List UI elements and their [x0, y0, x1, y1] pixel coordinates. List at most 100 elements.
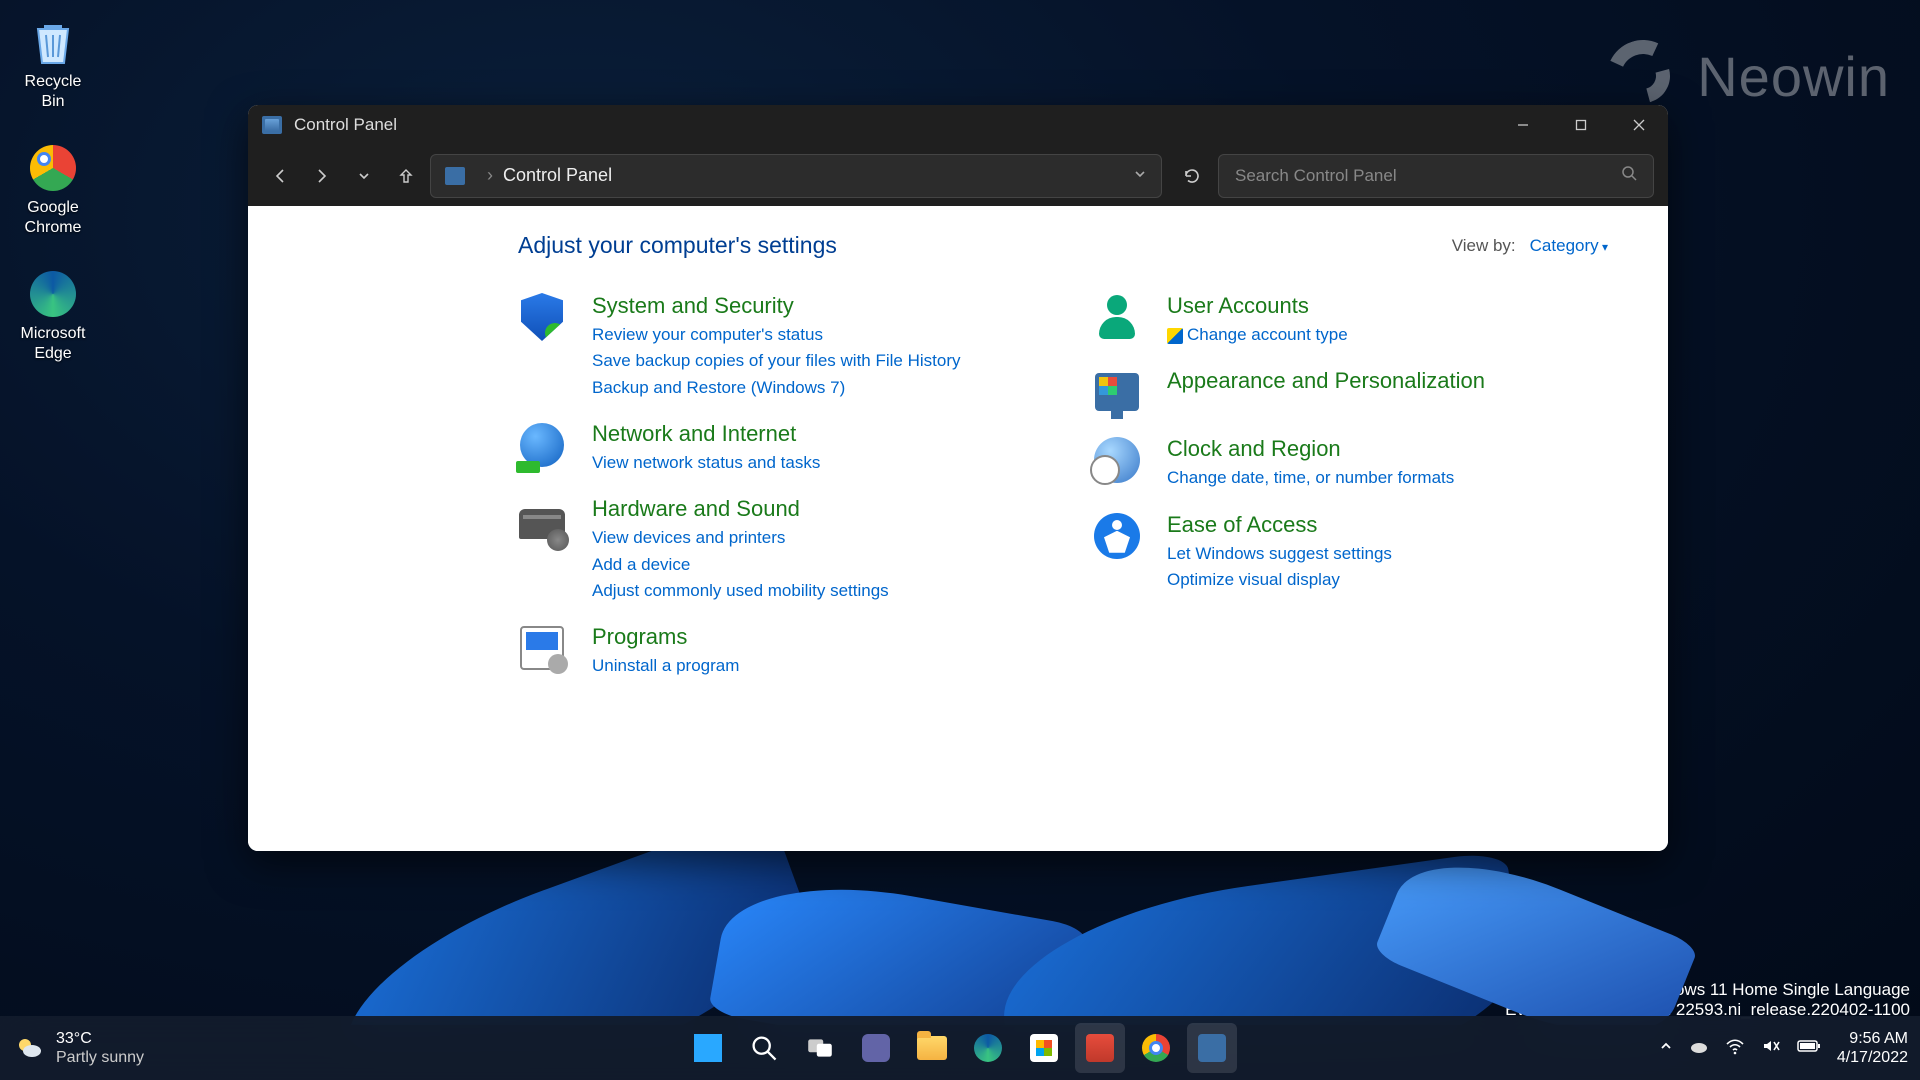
build-info: Windows 11 Home Single Language Evaluati…: [1505, 980, 1910, 1020]
recent-dropdown-button[interactable]: [346, 158, 382, 194]
address-bar[interactable]: › Control Panel: [430, 154, 1162, 198]
category-title[interactable]: Clock and Region: [1167, 436, 1454, 462]
category-appearance: Appearance and Personalization: [1093, 368, 1608, 416]
close-button[interactable]: [1610, 105, 1668, 145]
shield-icon: [518, 293, 566, 341]
up-button[interactable]: [388, 158, 424, 194]
desktop-icon-edge[interactable]: Microsoft Edge: [8, 262, 98, 370]
page-title: Adjust your computer's settings: [518, 232, 837, 259]
watermark: Neowin: [1607, 40, 1890, 112]
titlebar[interactable]: Control Panel: [248, 105, 1668, 145]
category-title[interactable]: Appearance and Personalization: [1167, 368, 1485, 394]
uac-shield-icon: [1167, 328, 1183, 344]
search-button[interactable]: [739, 1023, 789, 1073]
edge-button[interactable]: [963, 1023, 1013, 1073]
monitor-icon: [1093, 368, 1141, 416]
weather-desc: Partly sunny: [56, 1048, 144, 1067]
taskbar-right: 9:56 AM 4/17/2022: [1659, 1029, 1920, 1067]
clock-date: 4/17/2022: [1837, 1048, 1908, 1067]
control-panel-icon: [445, 167, 465, 185]
search-icon: [1621, 165, 1637, 186]
category-link[interactable]: Change account type: [1167, 322, 1348, 348]
content-area: Adjust your computer's settings View by:…: [248, 206, 1668, 851]
programs-icon: [518, 624, 566, 672]
breadcrumb-separator: ›: [487, 165, 493, 186]
category-title[interactable]: System and Security: [592, 293, 961, 319]
search-bar[interactable]: [1218, 154, 1654, 198]
category-link[interactable]: Change date, time, or number formats: [1167, 465, 1454, 491]
address-dropdown-icon[interactable]: [1133, 165, 1147, 186]
volume-icon[interactable]: [1761, 1036, 1781, 1061]
view-by-selector: View by: Category: [1452, 236, 1608, 256]
snipping-tool-button[interactable]: [1075, 1023, 1125, 1073]
control-panel-window: Control Panel ›: [248, 105, 1668, 851]
category-link[interactable]: View network status and tasks: [592, 450, 820, 476]
category-title[interactable]: Hardware and Sound: [592, 496, 889, 522]
search-input[interactable]: [1235, 166, 1621, 186]
file-explorer-button[interactable]: [907, 1023, 957, 1073]
globe-icon: [518, 421, 566, 469]
maximize-button[interactable]: [1552, 105, 1610, 145]
chrome-icon: [27, 142, 79, 194]
forward-button[interactable]: [304, 158, 340, 194]
category-link[interactable]: Backup and Restore (Windows 7): [592, 375, 961, 401]
category-column-right: User Accounts Change account type Appear…: [1093, 293, 1608, 700]
chat-button[interactable]: [851, 1023, 901, 1073]
control-panel-icon: [262, 116, 282, 134]
category-title[interactable]: User Accounts: [1167, 293, 1348, 319]
store-button[interactable]: [1019, 1023, 1069, 1073]
edge-icon: [27, 268, 79, 320]
category-link[interactable]: Let Windows suggest settings: [1167, 541, 1392, 567]
category-hardware: Hardware and Sound View devices and prin…: [518, 496, 1033, 604]
category-link[interactable]: Uninstall a program: [592, 653, 739, 679]
category-link[interactable]: View devices and printers: [592, 525, 889, 551]
category-link[interactable]: Adjust commonly used mobility settings: [592, 578, 889, 604]
category-link[interactable]: Optimize visual display: [1167, 567, 1392, 593]
start-button[interactable]: [683, 1023, 733, 1073]
desktop-icons: Recycle Bin Google Chrome Microsoft Edge: [8, 10, 98, 388]
breadcrumb-text[interactable]: Control Panel: [503, 165, 612, 186]
view-by-label: View by:: [1452, 236, 1516, 256]
category-column-left: System and Security Review your computer…: [518, 293, 1033, 700]
category-title[interactable]: Network and Internet: [592, 421, 820, 447]
category-system-security: System and Security Review your computer…: [518, 293, 1033, 401]
category-title[interactable]: Programs: [592, 624, 739, 650]
toolbar: › Control Panel: [248, 145, 1668, 206]
taskbar-clock[interactable]: 9:56 AM 4/17/2022: [1837, 1029, 1908, 1067]
battery-icon[interactable]: [1797, 1038, 1821, 1058]
control-panel-button[interactable]: [1187, 1023, 1237, 1073]
taskbar-weather[interactable]: 33°C Partly sunny: [0, 1029, 300, 1067]
onedrive-icon[interactable]: [1689, 1036, 1709, 1061]
printer-icon: [518, 496, 566, 544]
category-clock-region: Clock and Region Change date, time, or n…: [1093, 436, 1608, 491]
refresh-button[interactable]: [1172, 156, 1212, 196]
window-controls: [1494, 105, 1668, 145]
category-link[interactable]: Add a device: [592, 552, 889, 578]
desktop-icon-label: Microsoft Edge: [14, 324, 92, 364]
weather-icon: [14, 1033, 44, 1063]
build-line-1: Windows 11 Home Single Language: [1505, 980, 1910, 1000]
desktop-icon-chrome[interactable]: Google Chrome: [8, 136, 98, 244]
weather-temp: 33°C: [56, 1029, 144, 1048]
clock-globe-icon: [1093, 436, 1141, 484]
view-by-dropdown[interactable]: Category: [1530, 236, 1608, 256]
category-link[interactable]: Review your computer's status: [592, 322, 961, 348]
category-programs: Programs Uninstall a program: [518, 624, 1033, 679]
overflow-icon[interactable]: [1659, 1038, 1673, 1058]
desktop-icon-label: Google Chrome: [14, 198, 92, 238]
desktop-icon-label: Recycle Bin: [14, 72, 92, 112]
category-network: Network and Internet View network status…: [518, 421, 1033, 476]
wifi-icon[interactable]: [1725, 1036, 1745, 1061]
neowin-logo-icon: [1607, 40, 1679, 112]
taskbar-center: [683, 1023, 1237, 1073]
accessibility-icon: [1093, 512, 1141, 560]
desktop-icon-recycle-bin[interactable]: Recycle Bin: [8, 10, 98, 118]
clock-time: 9:56 AM: [1837, 1029, 1908, 1048]
category-title[interactable]: Ease of Access: [1167, 512, 1392, 538]
watermark-text: Neowin: [1697, 44, 1890, 109]
minimize-button[interactable]: [1494, 105, 1552, 145]
task-view-button[interactable]: [795, 1023, 845, 1073]
chrome-button[interactable]: [1131, 1023, 1181, 1073]
category-link[interactable]: Save backup copies of your files with Fi…: [592, 348, 961, 374]
back-button[interactable]: [262, 158, 298, 194]
